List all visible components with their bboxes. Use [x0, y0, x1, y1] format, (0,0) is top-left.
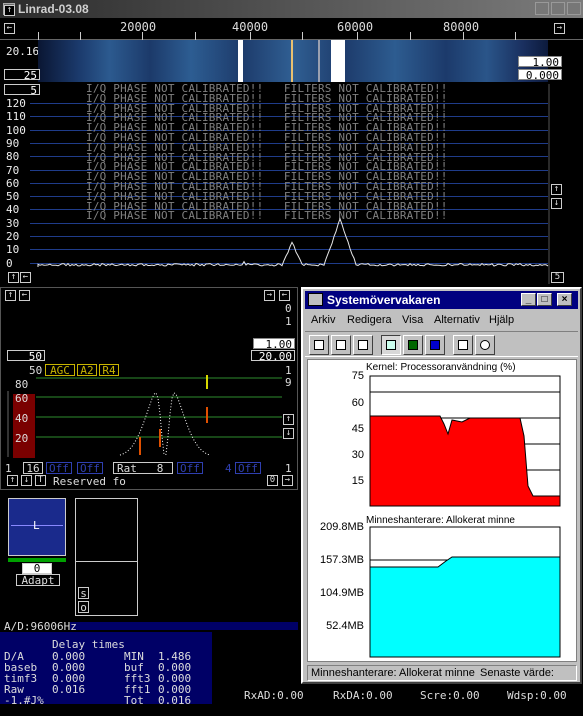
frequency-scale: 20000 40000 60000 80000 [0, 18, 583, 40]
spectrum-trace [38, 219, 548, 267]
title-bar: Linrad-03.08 [0, 0, 583, 18]
o-button[interactable]: o [78, 601, 89, 613]
ad-rate-bar: A/D:96006Hz [0, 620, 298, 632]
adapt-button[interactable]: Adapt [16, 574, 60, 586]
sysmon-toolbar [305, 331, 578, 357]
system-monitor-window: Systemövervakaren _ □ × Arkiv Redigera V… [301, 287, 582, 684]
scope-panel: s o [75, 498, 138, 616]
filter-curve [120, 393, 210, 455]
stereo-panel: L 0 Adapt [8, 498, 66, 584]
delay-cell: -1.#J% [4, 694, 44, 707]
stereo-meter: L [8, 498, 66, 556]
freq-label: 80000 [443, 20, 479, 34]
sysmon-graphs: Kernel: Processoranvändning (%) 75 60 45… [307, 359, 577, 662]
arrow-right-button[interactable]: → [554, 23, 565, 34]
minimize-button[interactable] [535, 2, 549, 15]
sysmon-minimize-button[interactable]: _ [521, 293, 536, 306]
spectrum-up-button[interactable]: ↑ [551, 184, 562, 195]
waterfall-display[interactable] [38, 40, 548, 82]
edit-item-icon[interactable] [309, 335, 329, 355]
sysmon-chart [308, 360, 576, 661]
menu-arkiv[interactable]: Arkiv [311, 314, 335, 326]
status-right: Senaste värde: [480, 667, 554, 679]
rxad-status: RxAD:0.00 [244, 689, 304, 702]
numeric-view-icon[interactable] [425, 335, 445, 355]
options-icon[interactable] [453, 335, 473, 355]
sysmon-menu-bar: Arkiv Redigera Visa Alternativ Hjälp [305, 311, 578, 329]
spectrum-up-small-button[interactable]: ↑ [8, 272, 19, 283]
window-controls [535, 2, 581, 15]
freq-label: 60000 [337, 20, 373, 34]
menu-hjalp[interactable]: Hjälp [489, 314, 514, 326]
arrow-left-button[interactable]: ← [4, 23, 15, 34]
side-counter[interactable]: 0 [22, 563, 52, 574]
maximize-button[interactable] [551, 2, 565, 15]
waterfall-gain[interactable]: 1.00 [518, 56, 562, 67]
stereo-l-label: L [33, 519, 40, 532]
add-item-icon[interactable] [331, 335, 351, 355]
waterfall-left-value[interactable]: 25 [4, 69, 40, 80]
s-button[interactable]: s [78, 587, 89, 599]
baseband-plot [0, 287, 298, 490]
rxda-status: RxDA:0.00 [333, 689, 393, 702]
sysmon-close-button[interactable]: × [557, 293, 572, 306]
scre-status: Scre:0.00 [420, 689, 480, 702]
spectrum-down-button[interactable]: ↓ [551, 198, 562, 209]
arrow-up-button[interactable]: ↑ [4, 5, 15, 16]
sysmon-title: Systemövervakaren [327, 293, 440, 307]
window-title: Linrad-03.08 [18, 2, 89, 16]
spectrum-right-box[interactable]: 5 [551, 272, 564, 283]
delay-times-panel: Delay times D/A 0.000 MIN 1.486 baseb 0.000 bu… [0, 632, 212, 704]
wdsp-status: Wdsp:0.00 [507, 689, 567, 702]
sysmon-status-bar: Minneshanterare: Allokerat minne Senaste… [307, 665, 577, 681]
bar-chart-icon[interactable] [403, 335, 423, 355]
waterfall-offset[interactable]: 0.000 [518, 69, 562, 80]
disabled-icon[interactable] [475, 335, 495, 355]
delay-cell: Tot [124, 694, 144, 707]
memory-usage-area [370, 557, 560, 657]
sysmon-title-bar[interactable]: Systemövervakaren _ □ × [305, 291, 578, 309]
close-button[interactable] [567, 2, 581, 15]
menu-alternativ[interactable]: Alternativ [434, 314, 480, 326]
sysmon-app-icon [308, 293, 323, 306]
menu-visa[interactable]: Visa [402, 314, 423, 326]
line-chart-icon[interactable] [381, 335, 401, 355]
freq-label: 20000 [120, 20, 156, 34]
delay-cell: 0.016 [52, 683, 85, 696]
remove-item-icon[interactable] [353, 335, 373, 355]
status-left: Minneshanterare: Allokerat minne [311, 667, 475, 679]
delay-cell: 0.016 [158, 694, 191, 707]
sysmon-maximize-button[interactable]: □ [537, 293, 552, 306]
spectrum-plot [0, 84, 565, 284]
spectrum-left-button[interactable]: ← [20, 272, 31, 283]
menu-redigera[interactable]: Redigera [347, 314, 392, 326]
